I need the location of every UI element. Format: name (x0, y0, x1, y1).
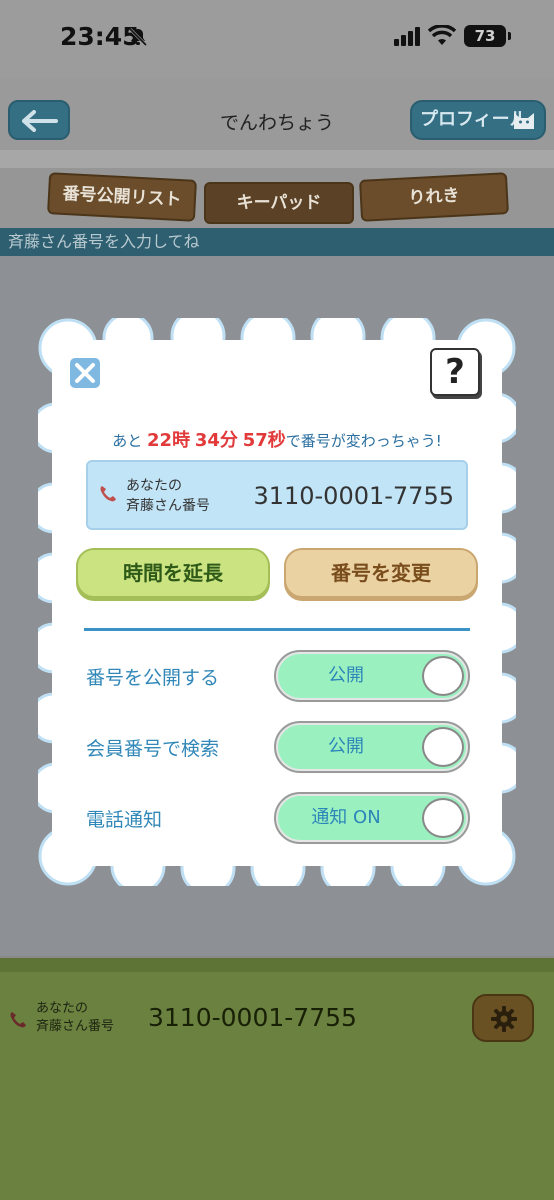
phone-icon (100, 486, 116, 502)
extend-time-button[interactable]: 時間を延長 (76, 548, 270, 598)
number-label-line2: 斉藤さん番号 (126, 498, 210, 514)
toggle-knob (422, 798, 464, 838)
tab-history[interactable]: りれき (359, 172, 509, 222)
change-number-button[interactable]: 番号を変更 (284, 548, 478, 598)
help-icon: ? (445, 352, 465, 392)
battery-indicator: 73 (464, 25, 511, 47)
tab-public-list[interactable]: 番号公開リスト (47, 172, 197, 222)
number-label-line1: あなたの (126, 478, 182, 494)
profile-button[interactable]: プロフィール (410, 100, 546, 140)
toggle-call-notification[interactable]: 通知 ON (274, 792, 470, 844)
countdown-hours-unit: 時 (172, 430, 191, 451)
toggle-publish-number[interactable]: 公開 (274, 650, 470, 702)
phone-icon (10, 1012, 26, 1028)
bell-muted-icon (128, 27, 148, 47)
assigned-number-label: あなたの 斉藤さん番号 (126, 476, 246, 516)
close-button[interactable] (70, 358, 100, 388)
tab-history-label: りれき (408, 185, 460, 209)
signal-icon (394, 27, 420, 46)
toggle-knob (422, 656, 464, 696)
help-button[interactable]: ? (430, 348, 480, 396)
grass-edge (0, 958, 554, 972)
footer-number-value: 3110-0001-7755 (148, 1003, 357, 1032)
countdown-suffix: で番号が変わっちゃう! (285, 432, 442, 450)
number-input-prompt: 斉藤さん番号を入力してね (0, 228, 554, 256)
footer-number-label: あなたの 斉藤さん番号 (36, 1000, 146, 1036)
countdown-minutes: 34 (194, 430, 220, 451)
toggle-knob (422, 727, 464, 767)
toggle-member-search[interactable]: 公開 (274, 721, 470, 773)
settings-button[interactable] (472, 994, 534, 1042)
assigned-number-value: 3110-0001-7755 (253, 482, 454, 510)
assigned-number-box: あなたの 斉藤さん番号 3110-0001-7755 (86, 460, 468, 530)
status-bar: 23:45 73 (0, 0, 554, 78)
countdown-hours: 22 (147, 430, 173, 451)
setting-label-call-notification: 電話通知 (86, 809, 163, 831)
footer-label-line2: 斉藤さん番号 (36, 1019, 115, 1034)
countdown-prefix: あと (112, 432, 143, 450)
tab-keypad-label: キーパッド (236, 193, 322, 213)
wifi-icon (428, 25, 456, 45)
tab-keypad[interactable]: キーパッド (204, 182, 354, 224)
countdown-minutes-unit: 分 (219, 430, 238, 451)
cat-icon (514, 113, 534, 129)
setting-label-publish-number: 番号を公開する (86, 667, 220, 689)
countdown-seconds-unit: 秒 (267, 430, 286, 451)
setting-label-member-search: 会員番号で検索 (86, 738, 220, 760)
phone-number-dialog: ? あと 22時 34分 57秒で番号が変わっちゃう! あなたの 斉藤さん番号 … (52, 340, 502, 866)
gear-icon (491, 1006, 517, 1032)
divider (84, 628, 470, 631)
tab-public-list-label: 番号公開リスト (62, 183, 182, 211)
tab-bar: 番号公開リスト キーパッド りれき (0, 168, 554, 230)
toggle-publish-number-text: 公開 (328, 665, 364, 686)
countdown-seconds: 57 (242, 430, 268, 451)
toggle-call-notification-text: 通知 ON (311, 807, 381, 828)
close-icon (75, 363, 95, 383)
footer-label-line1: あなたの (36, 1001, 89, 1016)
grass-footer (0, 958, 554, 1200)
toggle-member-search-text: 公開 (328, 736, 364, 757)
expiry-countdown: あと 22時 34分 57秒で番号が変わっちゃう! (52, 426, 502, 452)
